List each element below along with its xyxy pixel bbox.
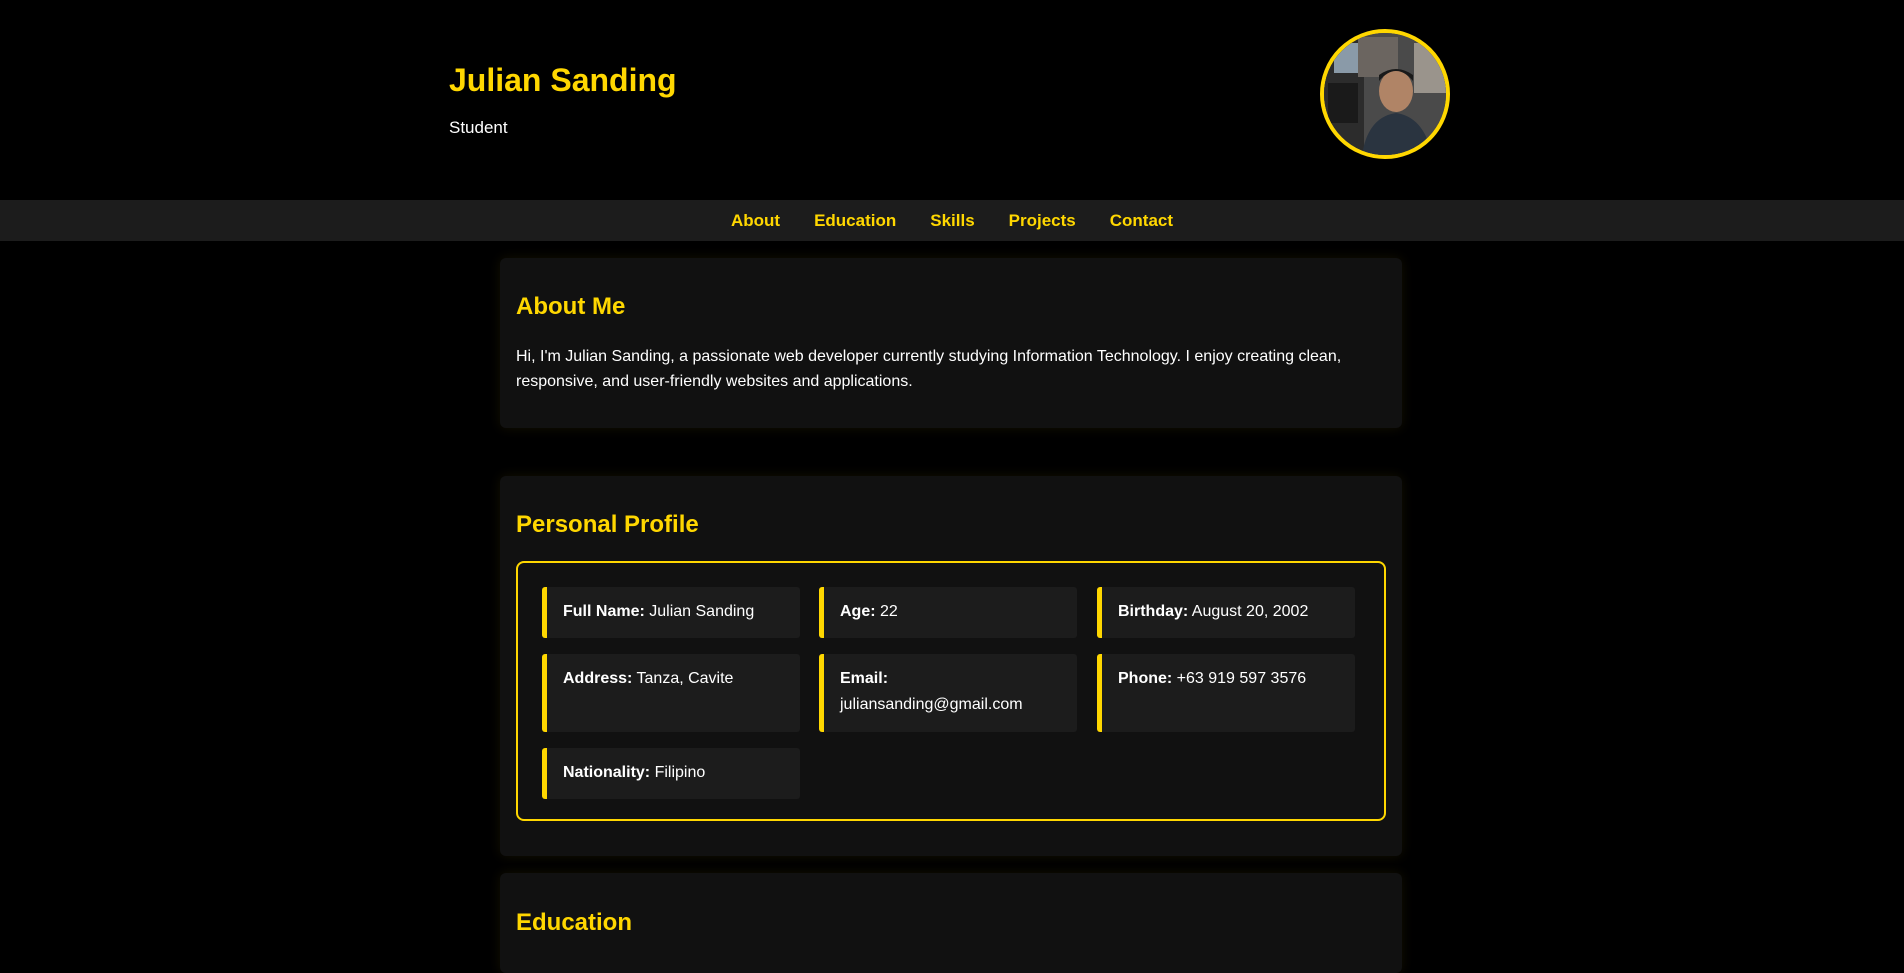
avatar-photo (1324, 33, 1446, 155)
education-title: Education (516, 909, 633, 936)
profile-grid: Full Name: Julian Sanding Age: 22 Birthd… (516, 561, 1386, 821)
field-label: Email: (840, 670, 889, 687)
profile-field-address: Address: Tanza, Cavite (542, 654, 800, 732)
profile-field-phone: Phone: +63 919 597 3576 (1097, 654, 1355, 732)
profile-field-age: Age: 22 (819, 587, 1077, 638)
field-label: Nationality: (563, 764, 651, 781)
site-header: Julian Sanding Student (0, 0, 1904, 200)
profile-field-full-name: Full Name: Julian Sanding (542, 587, 800, 638)
education-section: Education (500, 873, 1402, 973)
profile-name: Julian Sanding (449, 62, 677, 98)
profile-field-email: Email: juliansanding@gmail.com (819, 654, 1077, 732)
profile-field-birthday: Birthday: August 20, 2002 (1097, 587, 1355, 638)
field-label: Age: (840, 603, 876, 620)
field-label: Birthday: (1118, 603, 1189, 620)
field-label: Full Name: (563, 603, 645, 620)
field-label: Address: (563, 670, 633, 687)
nav-link-education[interactable]: Education (814, 211, 896, 231)
field-value: +63 919 597 3576 (1176, 670, 1307, 687)
main-nav: About Education Skills Projects Contact (0, 200, 1904, 241)
field-value: Tanza, Cavite (636, 670, 734, 687)
field-value: Julian Sanding (649, 603, 755, 620)
about-title: About Me (516, 293, 626, 320)
profile-title: Personal Profile (516, 511, 699, 538)
avatar (1320, 29, 1450, 159)
field-value: 22 (880, 603, 898, 620)
nav-link-projects[interactable]: Projects (1009, 211, 1076, 231)
field-label: Phone: (1118, 670, 1173, 687)
field-value: August 20, 2002 (1191, 603, 1309, 620)
personal-profile-section: Personal Profile Full Name: Julian Sandi… (500, 476, 1402, 856)
field-value: juliansanding@gmail.com (840, 696, 1023, 713)
nav-link-contact[interactable]: Contact (1110, 211, 1173, 231)
about-text: Hi, I'm Julian Sanding, a passionate web… (516, 348, 1342, 390)
nav-link-about[interactable]: About (731, 211, 780, 231)
profile-role: Student (449, 118, 508, 137)
field-value: Filipino (654, 764, 706, 781)
profile-field-nationality: Nationality: Filipino (542, 748, 800, 799)
about-section: About Me Hi, I'm Julian Sanding, a passi… (500, 258, 1402, 428)
nav-link-skills[interactable]: Skills (930, 211, 974, 231)
